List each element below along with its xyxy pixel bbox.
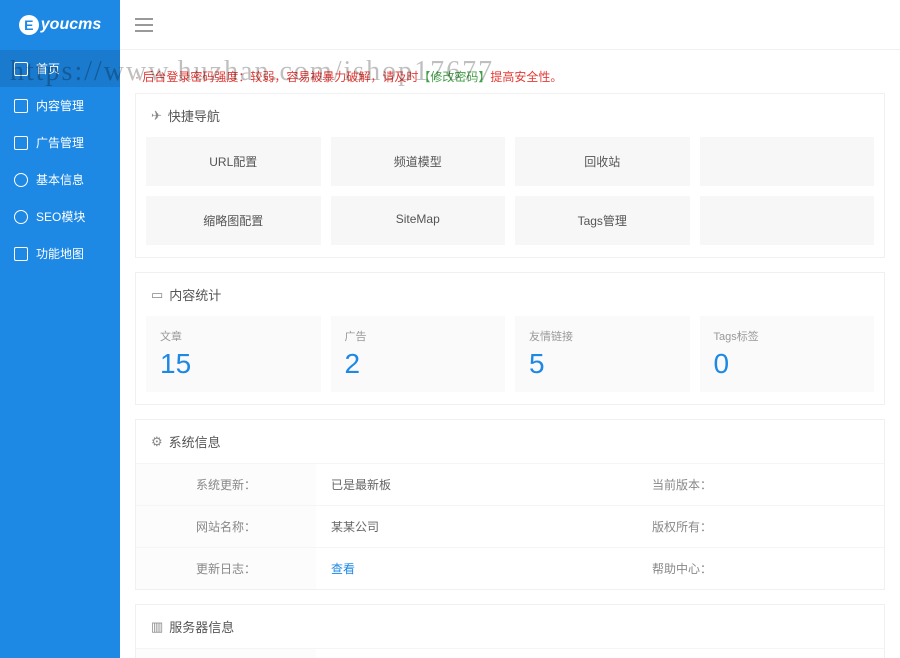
sidebar-item-label: SEO模块 [36, 208, 85, 225]
topbar [120, 0, 900, 50]
quick-btn-sitemap[interactable]: SiteMap [331, 196, 506, 245]
server-info-panel: ▥服务器信息 服务器系统：Linux网站域名/IP： 服务器环境：apacheP… [135, 604, 885, 658]
logo-icon: E [19, 15, 39, 35]
stats-icon: ▭ [151, 287, 163, 303]
stat-card-ads: 广告2 [331, 316, 506, 392]
sidebar-item-label: 广告管理 [36, 134, 84, 151]
gear-icon: ⚙ [151, 434, 163, 450]
security-alert: · 后台登录密码强度：较弱，容易被暴力破解，请及时【修改密码】提高安全性。 [135, 60, 885, 93]
table-row: 系统更新：已是最新板当前版本： [136, 464, 884, 506]
menu-toggle[interactable] [135, 18, 153, 32]
quick-btn-extra1[interactable] [700, 137, 875, 186]
sidebar-item-label: 内容管理 [36, 97, 84, 114]
sidebar-item-content[interactable]: 内容管理 [0, 87, 120, 124]
home-icon [14, 62, 28, 76]
sidebar-item-basic[interactable]: 基本信息 [0, 161, 120, 198]
changelog-link[interactable]: 查看 [331, 562, 355, 576]
table-row: 网站名称：某某公司版权所有： [136, 506, 884, 548]
sidebar-item-label: 功能地图 [36, 245, 84, 262]
table-row: 服务器系统：Linux网站域名/IP： [136, 649, 884, 658]
sidebar-item-ads[interactable]: 广告管理 [0, 124, 120, 161]
stat-card-article: 文章15 [146, 316, 321, 392]
send-icon: ✈ [151, 108, 162, 124]
sidebar-item-home[interactable]: 首页 [0, 50, 120, 87]
quick-btn-url[interactable]: URL配置 [146, 137, 321, 186]
table-row: 更新日志：查看帮助中心： [136, 548, 884, 590]
circle-slash-icon [14, 210, 28, 224]
panel-title: ⚙系统信息 [136, 420, 884, 463]
quick-nav-panel: ✈快捷导航 URL配置 频道模型 回收站 缩略图配置 SiteMap Tags管… [135, 93, 885, 258]
quick-btn-thumb[interactable]: 缩略图配置 [146, 196, 321, 245]
sidebar-item-label: 首页 [36, 60, 60, 77]
stats-panel: ▭内容统计 文章15 广告2 友情链接5 Tags标签0 [135, 272, 885, 405]
sidebar-item-label: 基本信息 [36, 171, 84, 188]
sidebar-item-map[interactable]: 功能地图 [0, 235, 120, 272]
logo: Eyoucms [0, 0, 120, 50]
gear-icon [14, 173, 28, 187]
panel-title: ✈快捷导航 [136, 94, 884, 137]
quick-btn-channel[interactable]: 频道模型 [331, 137, 506, 186]
stat-card-links: 友情链接5 [515, 316, 690, 392]
stat-card-tags: Tags标签0 [700, 316, 875, 392]
quick-btn-extra2[interactable] [700, 196, 875, 245]
doc-icon [14, 99, 28, 113]
quick-btn-tags[interactable]: Tags管理 [515, 196, 690, 245]
grid-icon [14, 247, 28, 261]
ad-icon [14, 136, 28, 150]
sidebar: Eyoucms 首页 内容管理 广告管理 基本信息 SEO模块 功能地图 [0, 0, 120, 658]
server-icon: ▥ [151, 619, 163, 635]
panel-title: ▭内容统计 [136, 273, 884, 316]
sidebar-item-seo[interactable]: SEO模块 [0, 198, 120, 235]
panel-title: ▥服务器信息 [136, 605, 884, 648]
quick-btn-recycle[interactable]: 回收站 [515, 137, 690, 186]
system-info-panel: ⚙系统信息 系统更新：已是最新板当前版本： 网站名称：某某公司版权所有： 更新日… [135, 419, 885, 590]
